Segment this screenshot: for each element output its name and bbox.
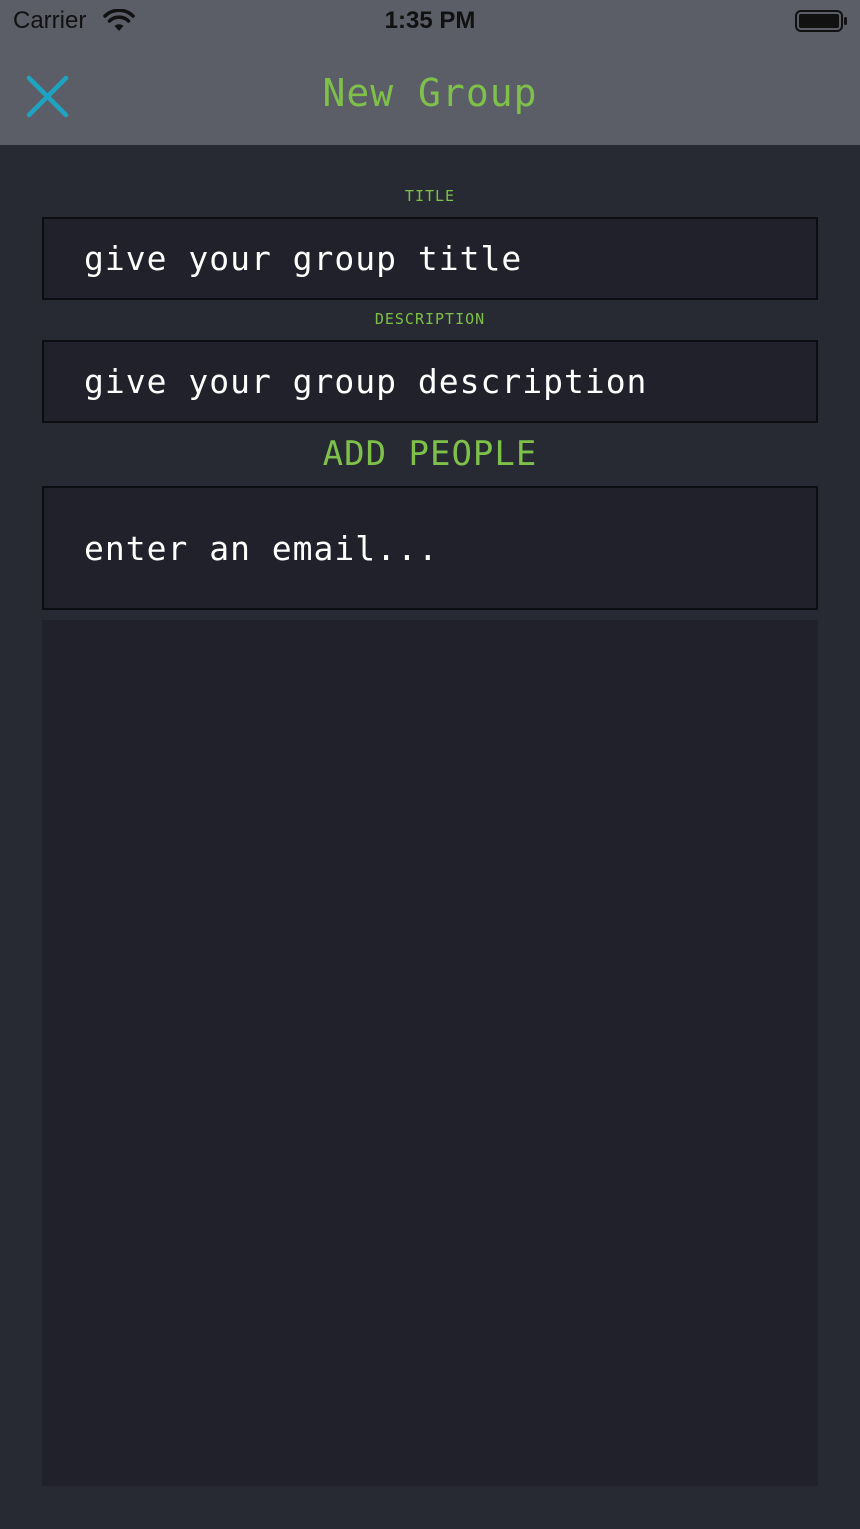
description-input[interactable] (42, 340, 818, 423)
description-label: DESCRIPTION (374, 310, 486, 328)
add-people-heading: ADD PEOPLE (322, 434, 538, 474)
email-input[interactable] (42, 486, 818, 610)
title-label: TITLE (404, 187, 456, 205)
page-title: New Group (322, 71, 538, 115)
battery-icon (795, 10, 847, 32)
status-bar: Carrier 1:35 PM (0, 0, 860, 44)
people-list[interactable] (42, 620, 818, 1486)
title-input[interactable] (42, 217, 818, 300)
status-time: 1:35 PM (384, 7, 476, 34)
navigation-bar: New Group (0, 44, 860, 145)
